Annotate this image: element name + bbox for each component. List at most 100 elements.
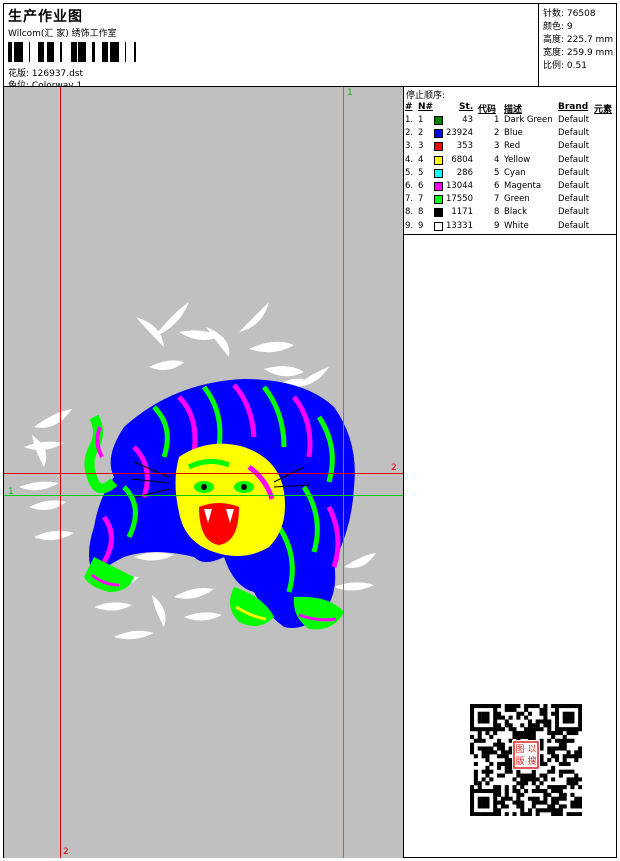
color-swatch [434,221,443,231]
stat-value: 259.9 mm [566,48,614,58]
row-description: Dark Green [504,115,553,125]
row-brand: Default [558,181,590,191]
stat-label: 比例: [543,61,565,71]
table-row: 6. 6 13044 6 Magenta Default [404,181,616,194]
table-row: 2. 2 23924 2 Blue Default [404,128,616,141]
row-description: Green [504,194,530,205]
stat-label: 针数: [543,9,565,19]
header-info: 生产作业图 Wilcom(汇 家) 绣饰工作室 花版: 126937.dst 色… [4,4,538,91]
svg-text:图: 图 [515,744,524,755]
row-code: 9 [494,220,500,231]
row-needle: 3 [418,141,424,152]
table-title: 停止顺序: [406,91,446,101]
row-needle: 4 [418,154,424,165]
svg-text:以: 以 [527,745,536,755]
col-header-hash: # [405,102,413,112]
row-stitches: 13044 [445,181,473,191]
row-code: 7 [494,194,500,205]
col-header-n: N# [418,102,434,112]
stat-label: 宽度: [543,48,565,58]
stat-width: 宽度: 259.9 mm [543,45,613,58]
row-description: Blue [504,128,523,139]
row-stitches: 353 [456,141,473,152]
color-swatch [434,195,443,205]
marker-red-bottom: 2 [63,847,69,857]
color-swatch [434,142,443,152]
color-swatch [434,168,443,178]
table-row: 9. 9 13331 9 White Default [404,221,616,234]
row-stitches: 6804 [451,154,473,165]
row-number: 7. [405,194,414,205]
col-header-stitches: St. [459,102,474,112]
row-needle: 5 [418,167,424,178]
row-number: 1. [405,115,414,125]
design-canvas: 1 1 2 2 [4,87,404,858]
row-brand: Default [558,154,590,165]
marker-green-top: 1 [347,88,353,98]
row-number: 4. [405,154,414,165]
table-row: 5. 5 286 5 Cyan Default [404,168,616,181]
stat-scale: 比例: 0.51 [543,58,587,71]
page-title: 生产作业图 [8,9,83,25]
barcode-icon [8,42,136,62]
stat-label: 颜色: [543,22,565,32]
row-description: Cyan [504,167,526,178]
row-brand: Default [558,141,590,152]
row-needle: 9 [418,220,424,231]
row-description: Magenta [504,181,542,191]
row-description: White [504,220,529,231]
table-row: 3. 3 353 3 Red Default [404,141,616,154]
row-stitches: 13331 [445,220,473,231]
table-row: 1. 1 43 1 Dark Green Default [404,115,616,128]
color-swatch [434,208,443,218]
row-number: 8. [405,207,414,218]
stat-value: 0.51 [566,61,587,71]
row-stitches: 1171 [451,207,473,218]
row-code: 8 [494,207,500,218]
color-swatch [434,155,443,165]
row-needle: 7 [418,194,424,205]
row-code: 5 [494,167,500,178]
row-brand: Default [558,207,590,218]
row-needle: 8 [418,207,424,218]
row-stitches: 17550 [445,194,473,205]
marker-red-right: 2 [391,463,397,473]
row-brand: Default [558,115,590,125]
stop-sequence-table: 停止顺序: # N# St. 代码 描述 Brand 元素 1. 1 43 1 Dark… [404,87,616,235]
qr-code: 以图搜版 [470,704,583,817]
row-stitches: 286 [456,167,473,178]
qr-code-icon: 以图搜版 [470,704,583,817]
marker-green-left: 1 [8,487,14,497]
row-brand: Default [558,194,590,205]
tiger-figure-icon [84,379,355,630]
company-name: Wilcom(汇 家) 绣饰工作室 [8,29,117,39]
row-number: 9. [405,220,414,231]
row-description: Yellow [504,154,531,165]
col-header-desc: 描述 [504,105,523,115]
col-header-brand: Brand [558,102,589,112]
stat-label: 高度: [543,35,565,45]
table-row: 4. 4 6804 4 Yellow Default [404,155,616,168]
row-description: Black [504,207,527,218]
design-stats: 针数: 76508 颜色: 9 高度: 225.7 mm 宽度: 259.9 m… [538,4,617,86]
color-swatch [434,129,443,139]
guide-line-red-horizontal [4,473,403,474]
guide-line-green-horizontal [4,495,403,496]
row-description: Red [504,141,521,152]
stat-value: 9 [566,22,573,32]
row-brand: Default [558,128,590,139]
row-needle: 1 [418,115,424,125]
table-row: 8. 8 1171 8 Black Default [404,207,616,220]
seal-stamp-icon: 以图搜版 [512,740,540,770]
color-swatch [434,182,443,191]
row-code: 4 [494,154,500,165]
row-stitches: 23924 [445,128,473,139]
row-number: 5. [405,167,414,178]
color-swatch [434,116,443,125]
row-code: 2 [494,128,500,139]
col-header-element: 元素 [594,105,613,115]
row-number: 3. [405,141,414,152]
row-needle: 6 [418,181,424,191]
stat-value: 225.7 mm [566,35,614,45]
row-number: 2. [405,128,414,139]
